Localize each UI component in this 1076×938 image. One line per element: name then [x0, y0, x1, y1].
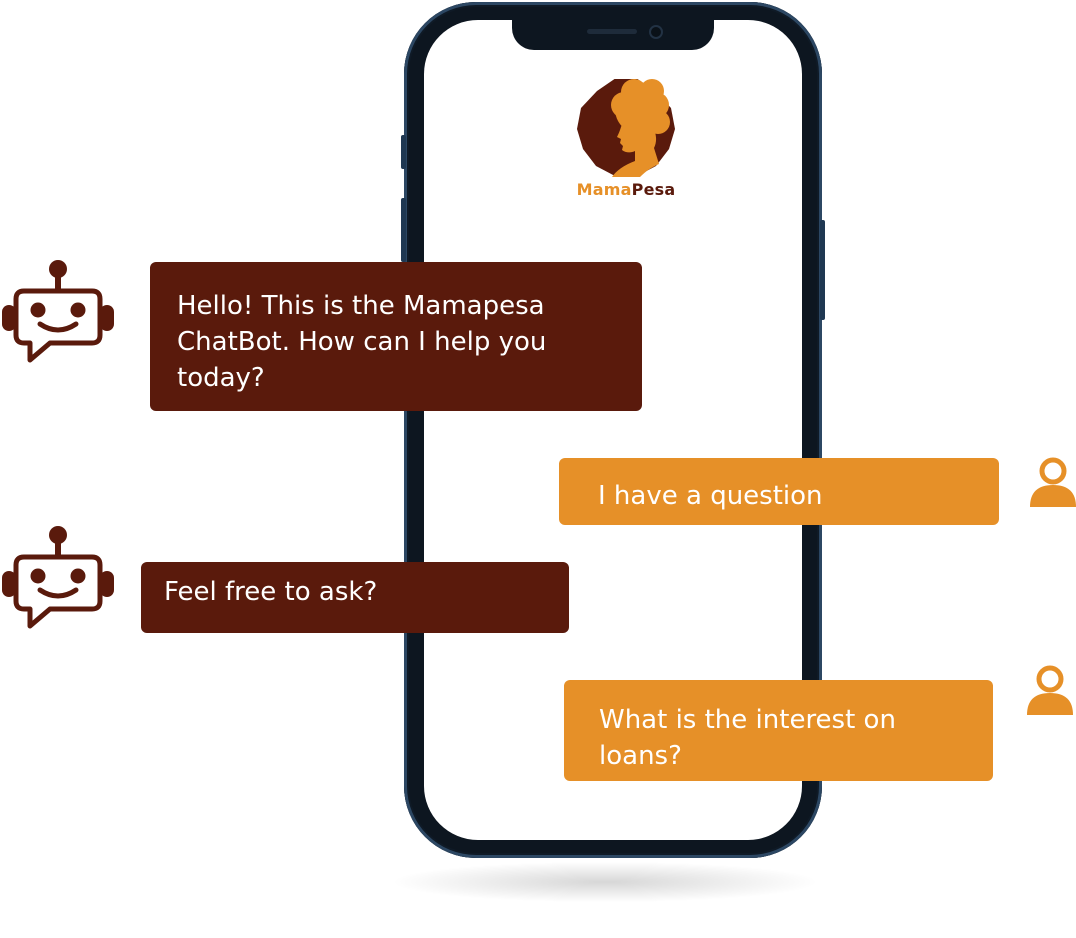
brand-name: MamaPesa [540, 180, 712, 199]
chat-bubble-user: I have a question [559, 458, 999, 525]
robot-chat-icon [2, 260, 114, 363]
phone-volume-button [401, 198, 406, 262]
chat-bubble-bot: Feel free to ask? [141, 562, 569, 633]
phone-notch [512, 20, 714, 50]
brand-name-part-2: Pesa [631, 180, 676, 199]
speaker-grille [587, 29, 637, 34]
phone-shadow [395, 862, 815, 902]
phone-mute-switch [401, 135, 406, 169]
chat-bubble-user: What is the interest on loans? [564, 680, 993, 781]
robot-chat-icon [2, 526, 114, 629]
brand-name-part-1: Mama [576, 180, 632, 199]
phone-power-button [820, 220, 825, 320]
chat-bubble-bot: Hello! This is the Mamapesa ChatBot. How… [150, 262, 642, 411]
user-icon [1027, 665, 1073, 715]
user-icon [1030, 457, 1076, 507]
front-camera-icon [649, 25, 663, 39]
woman-silhouette-logo-icon [577, 79, 675, 177]
